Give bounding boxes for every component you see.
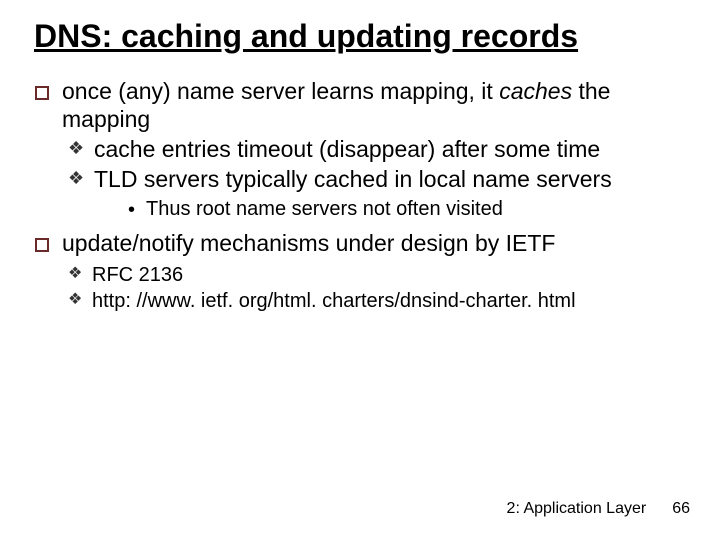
bullet1-text: once (any) name server learns mapping, i… (62, 77, 686, 133)
diamond-bullet-icon: ❖ (68, 165, 94, 193)
bullet2-text: update/notify mechanisms under design by… (62, 229, 686, 257)
bullet-level2: ❖ cache entries timeout (disappear) afte… (68, 135, 686, 163)
diamond-bullet-icon: ❖ (68, 135, 94, 163)
diamond-bullet-icon: ❖ (68, 263, 92, 287)
bullet1-em: caches (499, 78, 572, 104)
footer-chapter: 2: Application Layer (507, 500, 647, 518)
bullet-level2: ❖ http: //www. ietf. org/html. charters/… (68, 289, 686, 313)
footer: 2: Application Layer 66 (507, 500, 690, 518)
bullet1-pre: once (any) name server learns mapping, i… (62, 78, 499, 104)
slide-body: once (any) name server learns mapping, i… (34, 77, 686, 314)
bullet-level2: ❖ TLD servers typically cached in local … (68, 165, 686, 193)
bullet2-sub1: RFC 2136 (92, 263, 686, 287)
bullet1-sub2: TLD servers typically cached in local na… (94, 165, 686, 193)
bullet2-sub2: http: //www. ietf. org/html. charters/dn… (92, 289, 686, 313)
bullet-level2: ❖ RFC 2136 (68, 263, 686, 287)
diamond-bullet-icon: ❖ (68, 289, 92, 313)
bullet1-sub2-a: Thus root name servers not often visited (146, 197, 686, 223)
slide-title: DNS: caching and updating records (34, 18, 686, 55)
dot-bullet-icon: • (128, 197, 146, 223)
bullet-level3: • Thus root name servers not often visit… (128, 197, 686, 223)
bullet-level1: once (any) name server learns mapping, i… (34, 77, 686, 133)
footer-page-number: 66 (672, 500, 690, 518)
square-bullet-icon (34, 77, 62, 133)
bullet1-sub1: cache entries timeout (disappear) after … (94, 135, 686, 163)
bullet-level1: update/notify mechanisms under design by… (34, 229, 686, 257)
slide: DNS: caching and updating records once (… (0, 0, 720, 540)
square-bullet-icon (34, 229, 62, 257)
